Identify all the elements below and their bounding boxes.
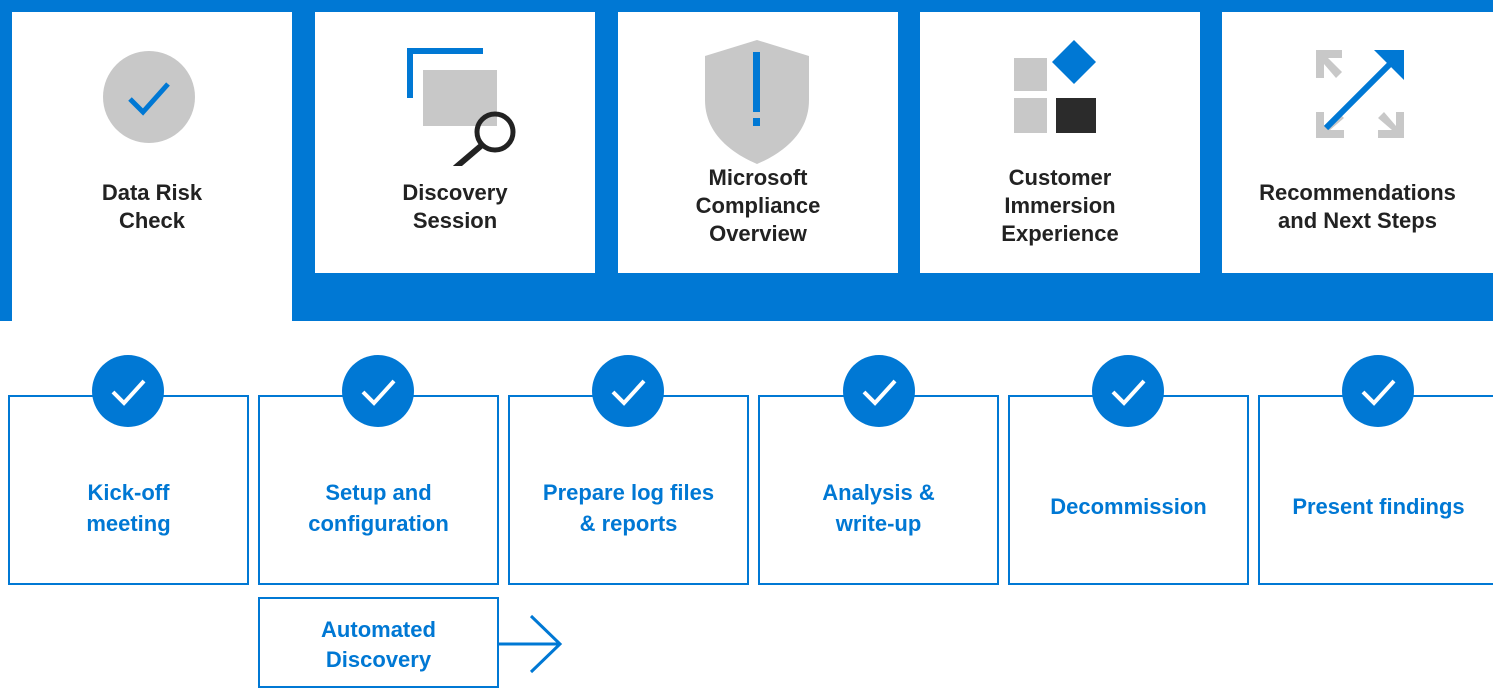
phase-label: Recommendations and Next Steps (1259, 180, 1456, 233)
magnifier-windows-icon (407, 48, 516, 166)
step-label: Decommission (1050, 494, 1207, 519)
tiles-diamond-icon (1014, 40, 1096, 133)
step-label: Prepare log files & reports (542, 480, 715, 536)
shield-exclamation-icon (705, 40, 809, 164)
checkmark-icon (843, 355, 915, 427)
checkmark-icon (342, 355, 414, 427)
phase-card-compliance-overview[interactable]: Microsoft Compliance Overview (618, 12, 898, 273)
step-label: Kick-off meeting (86, 480, 171, 536)
phase-label: Microsoft Compliance Overview (695, 165, 821, 246)
step-label: Setup and configuration (308, 480, 449, 536)
automated-discovery-label: Automated Discovery (321, 617, 436, 672)
expand-arrows-icon (1316, 50, 1404, 138)
phase-label: Customer Immersion Experience (1001, 165, 1119, 246)
checkmark-circle-icon (103, 51, 195, 143)
active-phase-connector (12, 260, 292, 321)
checkmark-icon (592, 355, 664, 427)
phase-card-recommendations[interactable]: Recommendations and Next Steps (1222, 12, 1493, 273)
checkmark-icon (1092, 355, 1164, 427)
step-label: Analysis & write-up (822, 480, 935, 536)
checkmark-icon (1342, 355, 1414, 427)
phase-card-immersion-experience[interactable]: Customer Immersion Experience (920, 12, 1200, 273)
phase-card-discovery-session[interactable]: Discovery Session (315, 12, 595, 273)
arrow-right-icon (499, 614, 563, 674)
phase-label: Discovery Session (402, 180, 508, 233)
automated-discovery-box[interactable]: Automated Discovery (258, 597, 499, 688)
phase-label: Data Risk Check (101, 180, 203, 233)
checkmark-icon (92, 355, 164, 427)
step-label: Present findings (1292, 494, 1465, 519)
